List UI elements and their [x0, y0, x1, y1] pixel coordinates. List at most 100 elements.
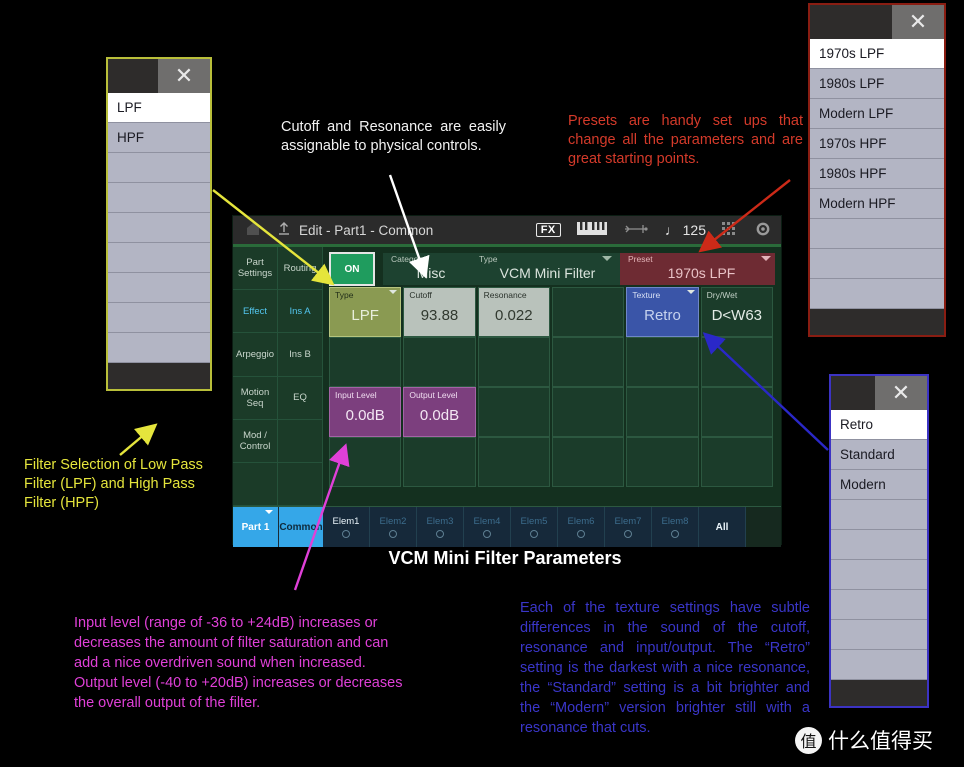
- param-label: Resonance: [483, 290, 527, 300]
- tab-elem5[interactable]: Elem5: [511, 507, 558, 547]
- sidebar-item-eq[interactable]: EQ: [278, 376, 323, 420]
- chevron-down-icon[interactable]: [265, 510, 273, 514]
- tab-common[interactable]: Common: [278, 507, 323, 547]
- status-dot: [436, 530, 444, 538]
- tab-elem1-label: Elem1: [332, 516, 360, 527]
- list-item[interactable]: Standard: [831, 440, 927, 470]
- param-texture[interactable]: Texture Retro: [626, 287, 699, 337]
- sidebar-item-routing[interactable]: Routing: [278, 247, 323, 291]
- dropdown-footer: [810, 309, 944, 335]
- sidebar-item-ins-a[interactable]: Ins A: [278, 290, 323, 334]
- list-item[interactable]: HPF: [108, 123, 210, 153]
- tab-elem4[interactable]: Elem4: [464, 507, 511, 547]
- preset-field[interactable]: Preset 1970s LPF: [620, 253, 775, 285]
- tab-elem8[interactable]: Elem8: [652, 507, 699, 547]
- dropdown-title: [831, 376, 875, 410]
- preset-label: Preset: [628, 254, 653, 264]
- sidebar-item-part-settings[interactable]: Part Settings: [233, 247, 278, 291]
- list-item[interactable]: [810, 219, 944, 249]
- bottom-tab-bar: Part 1 Common Elem1 Elem2 Elem3 Elem4 El…: [233, 506, 781, 547]
- list-item[interactable]: [108, 213, 210, 243]
- list-item[interactable]: LPF: [108, 93, 210, 123]
- list-item[interactable]: Retro: [831, 410, 927, 440]
- chevron-down-icon[interactable]: [686, 290, 695, 294]
- sidebar-item-mod-control[interactable]: Mod / Control: [233, 419, 278, 463]
- param-label: [553, 288, 623, 290]
- list-item[interactable]: 1970s HPF: [810, 129, 944, 159]
- list-item[interactable]: [831, 560, 927, 590]
- param-row-4: [323, 437, 781, 487]
- grid-icon[interactable]: [722, 221, 739, 239]
- filter-dropdown-list[interactable]: LPF HPF: [108, 93, 210, 363]
- tab-all[interactable]: All: [699, 507, 746, 547]
- effect-on-button[interactable]: ON: [329, 252, 375, 286]
- fx-badge[interactable]: FX: [535, 223, 561, 237]
- param-dry-wet[interactable]: Dry/Wet D<W63: [700, 287, 773, 337]
- sidebar-item-motion-seq[interactable]: Motion Seq: [233, 376, 278, 420]
- param-empty: [551, 387, 625, 437]
- list-item[interactable]: [108, 183, 210, 213]
- list-item[interactable]: [810, 249, 944, 279]
- list-item[interactable]: 1980s HPF: [810, 159, 944, 189]
- top-bar: Edit - Part1 - Common FX ♩ 125: [233, 216, 781, 244]
- list-item[interactable]: [810, 279, 944, 309]
- param-input-level[interactable]: Input Level 0.0dB: [329, 387, 402, 437]
- list-item[interactable]: Modern HPF: [810, 189, 944, 219]
- list-item[interactable]: 1970s LPF: [810, 39, 944, 69]
- dropdown-header: ✕: [831, 376, 927, 410]
- list-item[interactable]: [108, 243, 210, 273]
- param-type[interactable]: Type LPF: [329, 287, 402, 337]
- texture-dropdown[interactable]: ✕ Retro Standard Modern: [829, 374, 929, 708]
- texture-dropdown-list[interactable]: Retro Standard Modern: [831, 410, 927, 680]
- usb-icon[interactable]: [623, 223, 649, 238]
- preset-dropdown[interactable]: ✕ 1970s LPF 1980s LPF Modern LPF 1970s H…: [808, 3, 946, 337]
- close-icon[interactable]: ✕: [892, 5, 944, 39]
- param-resonance[interactable]: Resonance 0.022: [477, 287, 550, 337]
- sidebar-item-effect[interactable]: Effect: [233, 290, 278, 334]
- param-output-level[interactable]: Output Level 0.0dB: [403, 387, 476, 437]
- param-empty: [329, 337, 402, 387]
- list-item[interactable]: Modern: [831, 470, 927, 500]
- tab-elem6[interactable]: Elem6: [558, 507, 605, 547]
- list-item[interactable]: [831, 620, 927, 650]
- chevron-down-icon[interactable]: [761, 256, 771, 261]
- list-item[interactable]: [108, 273, 210, 303]
- effect-type-field[interactable]: Type VCM Mini Filter: [471, 253, 616, 285]
- chevron-down-icon[interactable]: [389, 290, 398, 294]
- home-icon[interactable]: [245, 222, 267, 239]
- category-field[interactable]: Category Misc: [383, 253, 471, 285]
- tempo-display[interactable]: ♩ 125: [665, 222, 706, 238]
- param-cutoff[interactable]: Cutoff 93.88: [403, 287, 476, 337]
- tab-elem1[interactable]: Elem1: [323, 507, 370, 547]
- list-item[interactable]: [831, 650, 927, 680]
- close-icon[interactable]: ✕: [158, 59, 210, 93]
- preset-dropdown-list[interactable]: 1970s LPF 1980s LPF Modern LPF 1970s HPF…: [810, 39, 944, 309]
- list-item[interactable]: [108, 333, 210, 363]
- tab-elem3-label: Elem3: [426, 516, 454, 527]
- category-label: Category: [391, 254, 426, 264]
- list-item[interactable]: [108, 153, 210, 183]
- list-item[interactable]: [831, 590, 927, 620]
- status-dot: [577, 530, 585, 538]
- param-empty: [403, 337, 476, 387]
- filter-type-dropdown[interactable]: ✕ LPF HPF: [106, 57, 212, 391]
- tab-elem3[interactable]: Elem3: [417, 507, 464, 547]
- gear-icon[interactable]: [755, 221, 771, 240]
- tab-elem2[interactable]: Elem2: [370, 507, 417, 547]
- list-item[interactable]: Modern LPF: [810, 99, 944, 129]
- list-item[interactable]: [831, 500, 927, 530]
- list-item[interactable]: [108, 303, 210, 333]
- dropdown-footer: [831, 680, 927, 706]
- sidebar-item-arpeggio[interactable]: Arpeggio: [233, 333, 278, 377]
- sidebar-item-blank: [278, 419, 323, 463]
- sidebar-item-ins-b[interactable]: Ins B: [278, 333, 323, 377]
- param-label: Dry/Wet: [706, 290, 738, 300]
- list-item[interactable]: 1980s LPF: [810, 69, 944, 99]
- list-item[interactable]: [831, 530, 927, 560]
- exit-up-icon[interactable]: [277, 221, 291, 239]
- chevron-down-icon[interactable]: [602, 256, 612, 261]
- tab-elem7[interactable]: Elem7: [605, 507, 652, 547]
- close-icon[interactable]: ✕: [875, 376, 927, 410]
- keyboard-icon[interactable]: [576, 222, 607, 238]
- tab-part1[interactable]: Part 1: [233, 507, 278, 547]
